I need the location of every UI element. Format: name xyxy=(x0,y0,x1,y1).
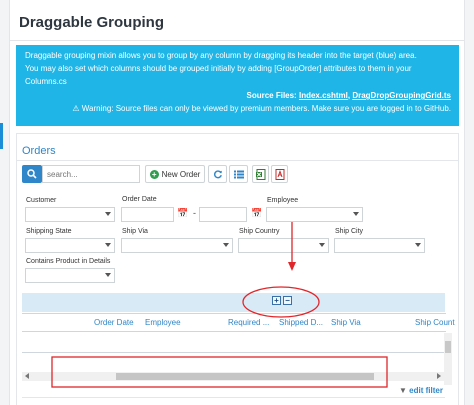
annotation-rectangle xyxy=(51,356,388,388)
annotation-arrow-head xyxy=(288,262,296,271)
annotation-overlay xyxy=(51,222,388,388)
page: Draggable Grouping Draggable grouping mi… xyxy=(0,0,474,405)
annotation-ellipse xyxy=(242,286,320,318)
